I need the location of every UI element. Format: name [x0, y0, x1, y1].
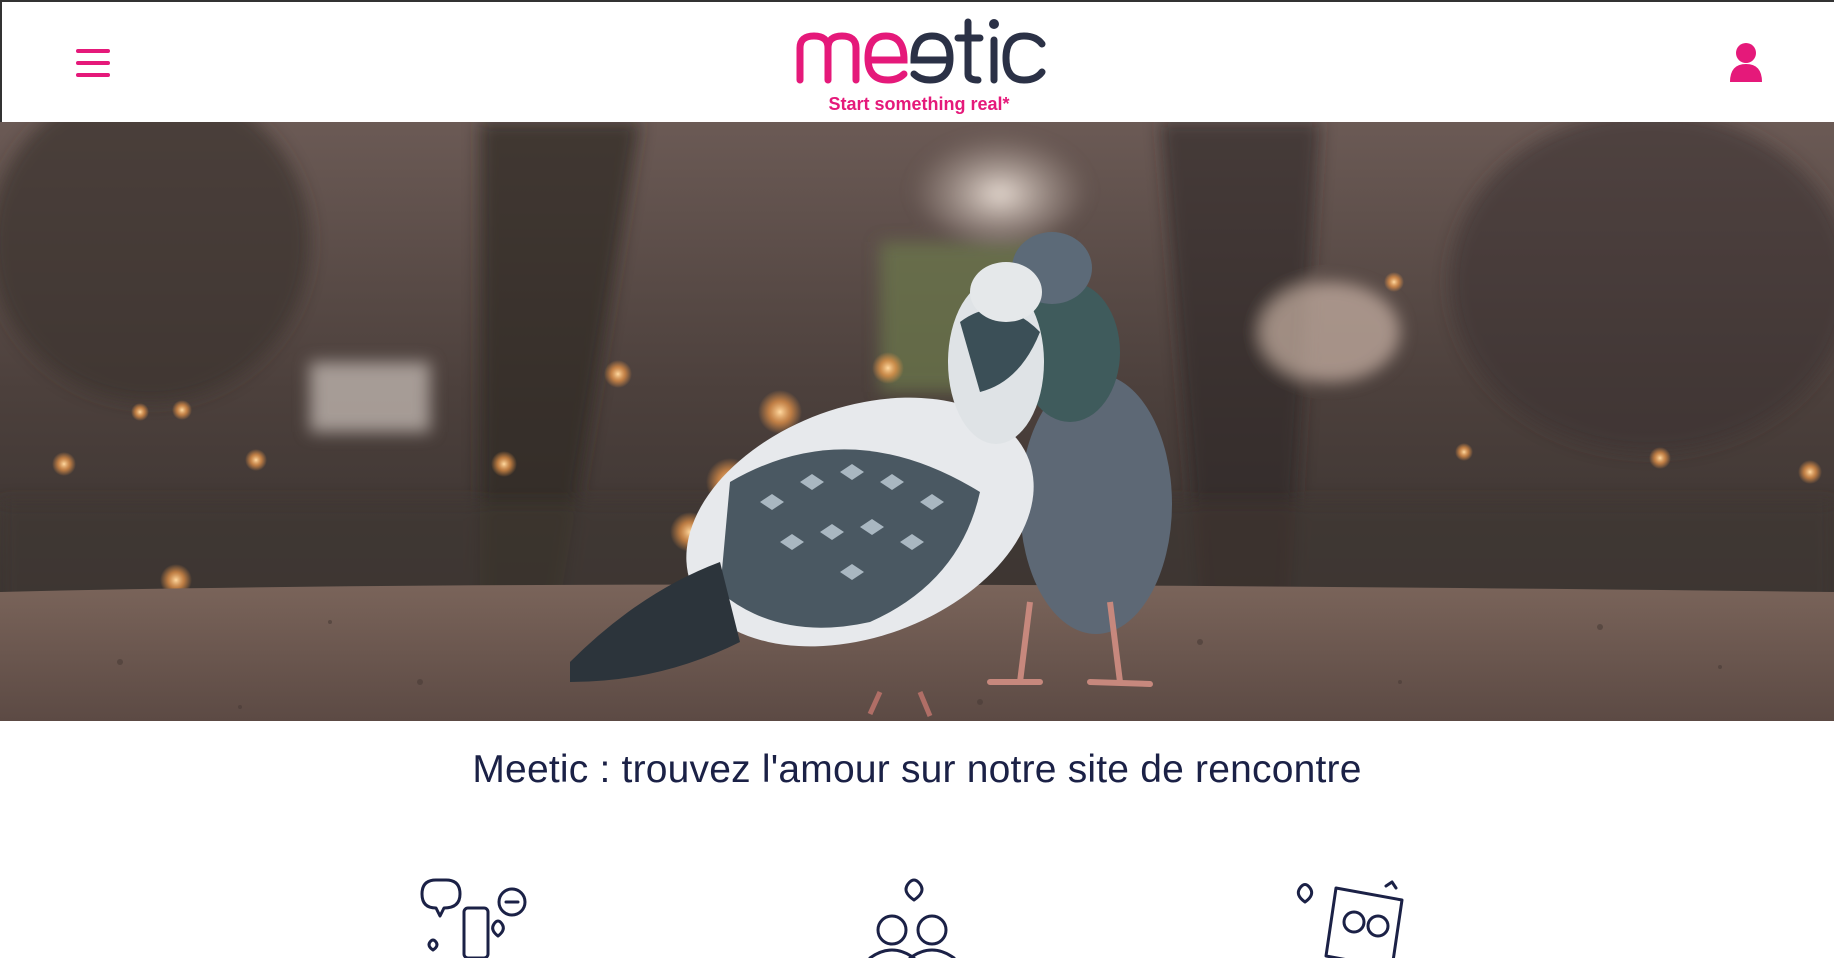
page-headline: Meetic : trouvez l'amour sur notre site … — [472, 748, 1362, 791]
account-button[interactable] — [1728, 42, 1764, 82]
chat-phone-icon — [420, 878, 527, 958]
site-header: Start something real* — [0, 0, 1834, 122]
user-icon — [1730, 43, 1762, 82]
hamburger-icon — [76, 49, 110, 53]
couple-heart-icon — [868, 878, 956, 958]
menu-button[interactable] — [76, 49, 110, 77]
logo[interactable]: Start something real* — [792, 14, 1046, 118]
meetic-logo — [796, 18, 1046, 84]
tagline: Start something real* — [828, 94, 1010, 114]
hero-image — [0, 122, 1834, 721]
photo-frame-couple-icon — [1296, 880, 1404, 958]
